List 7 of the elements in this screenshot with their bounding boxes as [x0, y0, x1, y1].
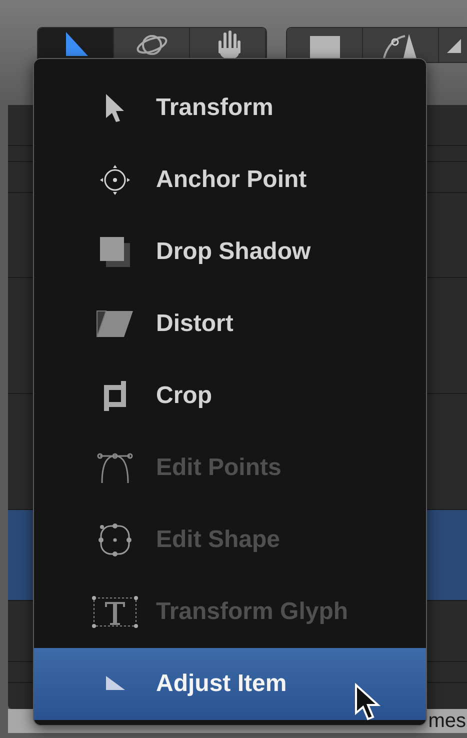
menu-item[interactable]: Anchor Point	[34, 144, 426, 216]
menu-item[interactable]: Crop	[34, 360, 426, 432]
menu-item[interactable]: Distort	[34, 288, 426, 360]
menu-item[interactable]: Adjust Item	[34, 648, 426, 720]
menu-item[interactable]: Drop Shadow	[34, 216, 426, 288]
menu-item[interactable]: Transform	[34, 72, 426, 144]
status-text: mes	[428, 710, 466, 732]
